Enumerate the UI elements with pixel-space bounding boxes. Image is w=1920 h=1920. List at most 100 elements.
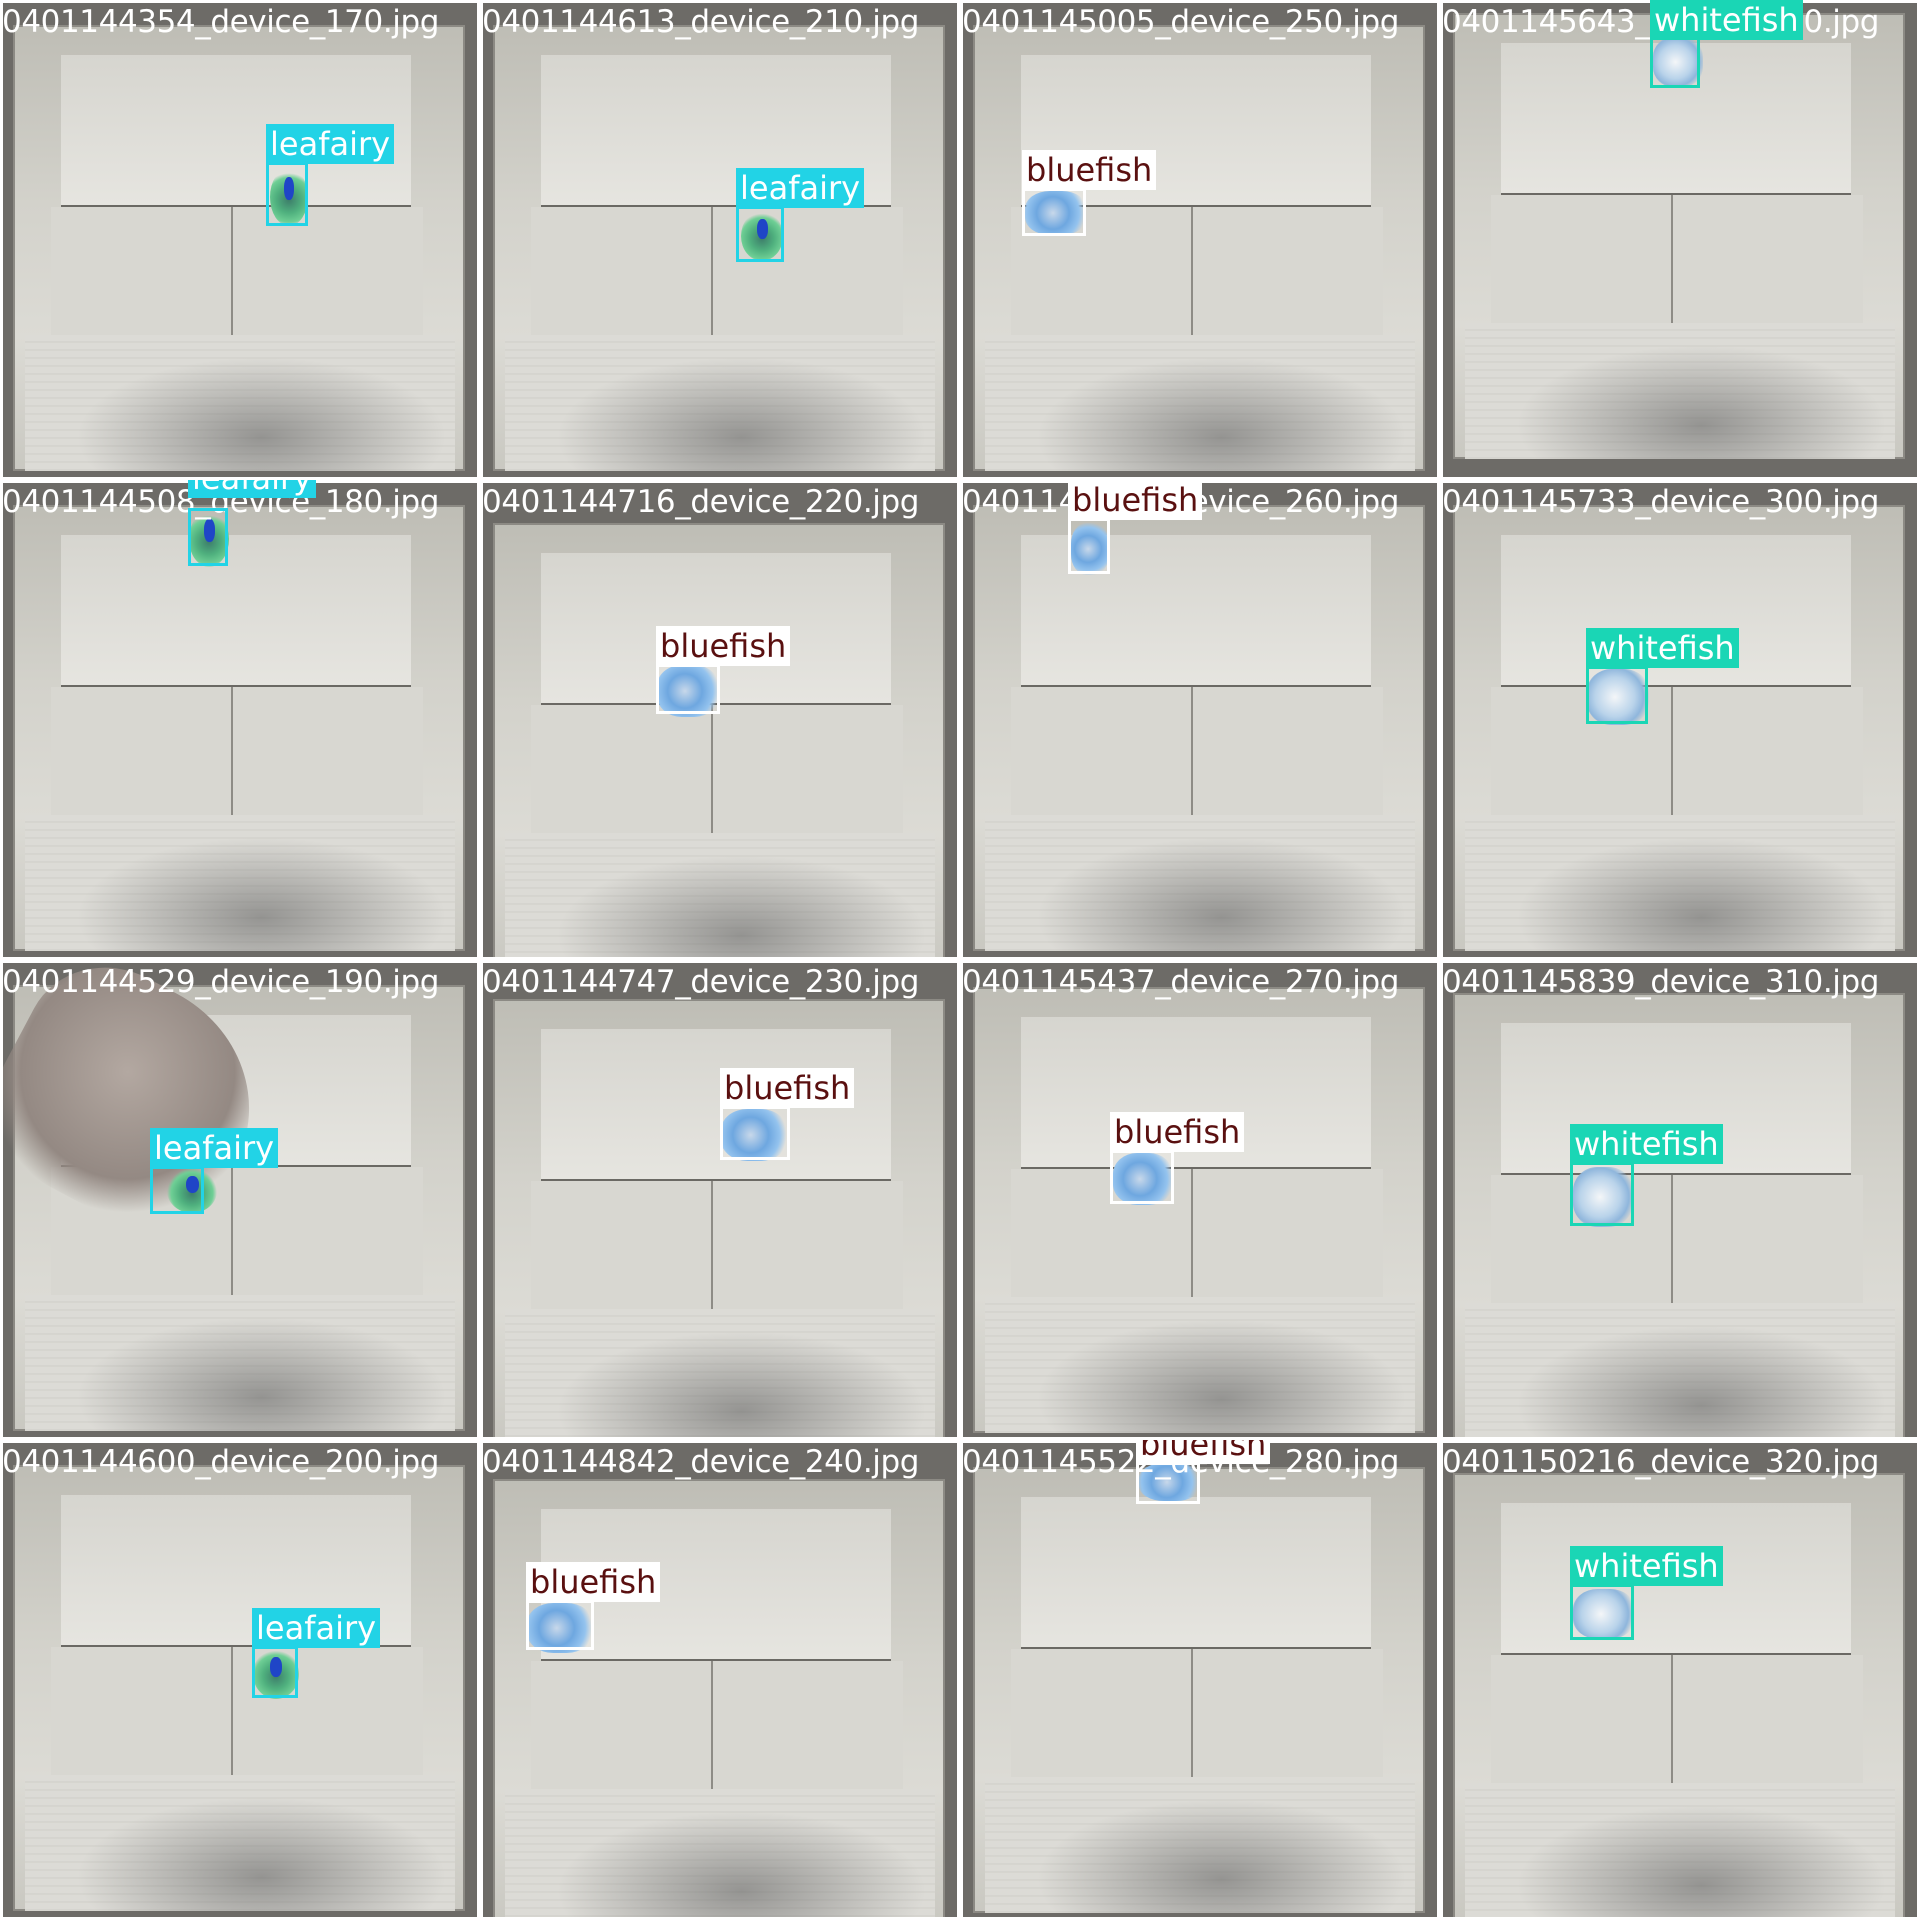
box-photo [963,483,1437,957]
box-flap [1011,1649,1383,1779]
detection-label: whitefish [1586,628,1739,668]
detection-box [252,1646,298,1698]
box-photo [3,3,477,477]
image-tile: 0401145643_device_290.jpg whitefish [1440,0,1920,480]
box-seam [711,705,713,835]
image-tile: 0401144354_device_170.jpg leafairy [0,0,480,480]
detection-box [1570,1162,1634,1226]
cardboard-box [493,1479,945,1917]
image-tile: 0401144613_device_210.jpg leafairy [480,0,960,480]
image-tile: 0401145139_device_260.jpg bluefish [960,480,1440,960]
detection-box [266,162,308,226]
box-flap [1491,1655,1863,1785]
image-filename: 0401144600_device_200.jpg [2,1444,440,1480]
box-photo [963,963,1437,1437]
box-flap [1491,195,1863,325]
image-tile: 0401145839_device_310.jpg whitefish [1440,960,1920,1440]
image-filename: 0401144747_device_230.jpg [482,964,920,1000]
detection-box [1068,518,1110,574]
box-photo [483,3,957,477]
image-filename: 0401150216_device_320.jpg [1442,1444,1880,1480]
detection-label: whitefish [1570,1546,1723,1586]
box-flap [51,1647,423,1777]
box-photo [1443,1443,1917,1917]
image-filename: 0401144716_device_220.jpg [482,484,920,520]
box-flap [985,815,1415,951]
box-flap [25,335,455,471]
box-photo [3,483,477,957]
box-flap [1491,687,1863,817]
box-flap [531,1661,903,1791]
box-seam [711,1661,713,1791]
detection-box [526,1600,594,1650]
detection-box [736,206,784,262]
detection-box [656,664,720,714]
detection-box [1586,666,1648,724]
detection-label: bluefish [1068,480,1203,520]
box-flap [985,1777,1415,1913]
detection-box [1650,32,1700,88]
detection-box [150,1166,204,1214]
box-seam [1671,1655,1673,1785]
box-flap [985,1297,1415,1433]
image-filename: 0401144354_device_170.jpg [2,4,440,40]
box-seam [1191,687,1193,817]
image-tile: 0401144842_device_240.jpg bluefish [480,1440,960,1920]
detection-box [1110,1150,1174,1204]
box-seam [1191,1169,1193,1299]
image-tile: 0401144508_device_180.jpg leafairy [0,480,480,960]
box-photo [963,3,1437,477]
image-filename: 0401144529_device_190.jpg [2,964,440,1000]
box-flap [25,815,455,951]
cardboard-box [1453,993,1905,1437]
box-flap [505,1789,935,1917]
detection-box [1022,188,1086,236]
detection-mosaic: 0401144354_device_170.jpg leafairy 04011… [0,0,1920,1920]
image-tile: 0401144529_device_190.jpg leafairy [0,960,480,1440]
detection-label: bluefish [720,1068,855,1108]
box-seam [231,207,233,337]
box-seam [711,207,713,337]
image-filename: 0401145005_device_250.jpg [962,4,1400,40]
image-filename: 0401145839_device_310.jpg [1442,964,1880,1000]
detection-label: bluefish [656,626,791,666]
box-flap [1011,687,1383,817]
image-tile: 0401150216_device_320.jpg whitefish [1440,1440,1920,1920]
box-seam [1191,207,1193,337]
box-photo [3,1443,477,1917]
box-seam [231,1167,233,1297]
image-tile: 0401144716_device_220.jpg bluefish [480,480,960,960]
detection-label: leafairy [188,480,317,498]
detection-label: whitefish [1570,1124,1723,1164]
box-flap [1465,815,1895,951]
image-filename: 0401145733_device_300.jpg [1442,484,1880,520]
box-flap [1465,1303,1895,1437]
detection-label: whitefish [1650,0,1803,40]
box-photo [483,963,957,1437]
cardboard-box [973,505,1425,951]
detection-label: bluefish [1022,150,1157,190]
box-flap [505,335,935,471]
box-flap [1465,323,1895,459]
cardboard-box [973,25,1425,471]
detection-box [1570,1584,1634,1640]
box-flap [505,1309,935,1437]
cardboard-box [493,999,945,1437]
detection-label: leafairy [150,1128,279,1168]
detection-label: leafairy [736,168,865,208]
image-filename: 0401144613_device_210.jpg [482,4,920,40]
box-flap [985,335,1415,471]
detection-box [188,508,228,566]
cardboard-box [973,1467,1425,1913]
image-filename: 0401145437_device_270.jpg [962,964,1400,1000]
box-seam [1191,1649,1193,1779]
detection-label: bluefish [1136,1440,1271,1464]
box-flap [505,833,935,957]
image-tile: 0401144600_device_200.jpg leafairy [0,1440,480,1920]
box-photo [483,483,957,957]
box-flap [1011,1169,1383,1299]
image-tile: 0401145733_device_300.jpg whitefish [1440,480,1920,960]
box-flap [25,1295,455,1431]
image-tile: 0401145437_device_270.jpg bluefish [960,960,1440,1440]
detection-box [720,1106,790,1160]
